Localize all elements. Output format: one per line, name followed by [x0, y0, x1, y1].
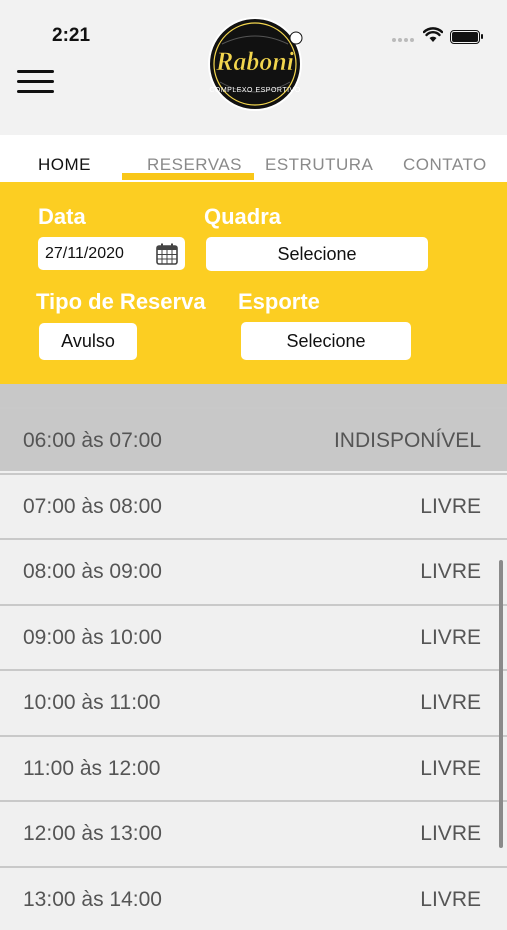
slot-status: LIVRE	[420, 691, 481, 714]
wifi-icon	[423, 27, 443, 42]
slot-status: LIVRE	[420, 626, 481, 649]
time-slot-row[interactable]: 07:00 às 08:00 LIVRE	[0, 473, 507, 537]
date-value: 27/11/2020	[45, 244, 124, 262]
tab-reservas[interactable]: RESERVAS	[147, 155, 242, 175]
slot-time: 11:00 às 12:00	[23, 757, 161, 780]
slot-status: LIVRE	[420, 757, 481, 780]
battery-icon	[450, 30, 483, 44]
slot-status: LIVRE	[420, 822, 481, 845]
tipo-reserva-value: Avulso	[61, 331, 115, 351]
tab-contato[interactable]: CONTATO	[403, 155, 487, 175]
slot-time: 10:00 às 11:00	[23, 691, 161, 714]
menu-icon[interactable]	[17, 68, 54, 96]
date-label: Data	[38, 204, 86, 229]
slot-status: LIVRE	[420, 560, 481, 583]
cellular-signal-icon	[392, 38, 414, 42]
tab-estrutura[interactable]: ESTRUTURA	[265, 155, 373, 175]
time-slot-row[interactable]: 08:00 às 09:00 LIVRE	[0, 538, 507, 602]
slot-time: 07:00 às 08:00	[23, 495, 162, 518]
raboni-logo: Raboni COMPLEXO ESPORTIVO	[208, 17, 303, 111]
esporte-value: Selecione	[286, 330, 366, 351]
time-slot-row[interactable]: 12:00 às 13:00 LIVRE	[0, 800, 507, 864]
logo-subtitle: COMPLEXO ESPORTIVO	[209, 87, 300, 94]
logo-wordmark: Raboni	[215, 47, 295, 76]
slot-time: 12:00 às 13:00	[23, 822, 162, 845]
tab-bar: HOME RESERVAS ESTRUTURA CONTATO	[0, 135, 507, 182]
time-slot-row[interactable]: 06:00 às 07:00 INDISPONÍVEL	[0, 407, 507, 471]
time-slot-row[interactable]: 09:00 às 10:00 LIVRE	[0, 604, 507, 668]
scrollbar[interactable]	[499, 560, 503, 848]
tipo-reserva-label: Tipo de Reserva	[36, 289, 206, 314]
slot-time: 09:00 às 10:00	[23, 626, 162, 649]
status-time: 2:21	[52, 25, 91, 46]
esporte-select[interactable]: Selecione	[241, 322, 411, 360]
quadra-select[interactable]: Selecione	[206, 237, 428, 271]
slot-status: LIVRE	[420, 495, 481, 518]
time-slot-row[interactable]: 10:00 às 11:00 LIVRE	[0, 669, 507, 733]
slot-status: LIVRE	[420, 888, 481, 911]
quadra-value: Selecione	[277, 243, 357, 264]
calendar-icon[interactable]	[155, 242, 179, 266]
slot-time: 13:00 às 14:00	[23, 888, 162, 911]
esporte-label: Esporte	[238, 289, 320, 314]
slot-time: 06:00 às 07:00	[23, 429, 162, 452]
time-slot-row[interactable]: 13:00 às 14:00 LIVRE	[0, 866, 507, 930]
list-header-spacer	[0, 384, 507, 407]
tab-indicator	[122, 173, 254, 180]
time-slot-row[interactable]: 11:00 às 12:00 LIVRE	[0, 735, 507, 799]
tab-home[interactable]: HOME	[38, 155, 91, 175]
quadra-label: Quadra	[204, 204, 282, 229]
filter-panel: Data Quadra 27/11/2020 Selecione Tipo de…	[0, 182, 507, 384]
slot-status: INDISPONÍVEL	[333, 429, 481, 452]
slot-time: 08:00 às 09:00	[23, 560, 162, 583]
date-field[interactable]: 27/11/2020	[38, 237, 185, 270]
tipo-reserva-select[interactable]: Avulso	[39, 323, 137, 360]
